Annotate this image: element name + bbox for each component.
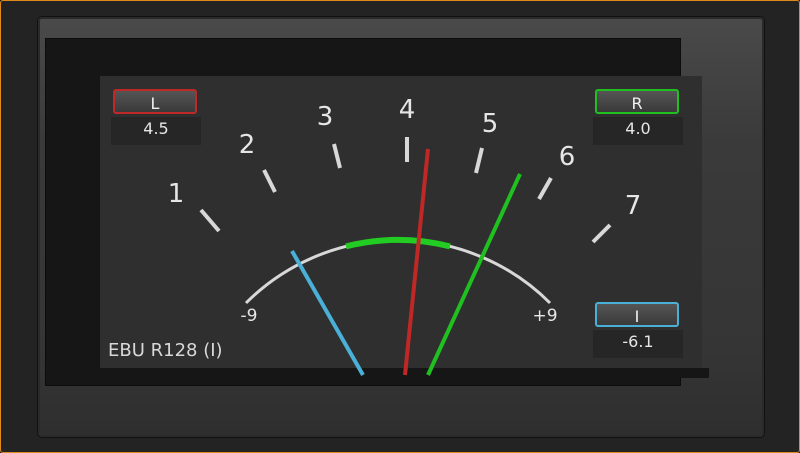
scale-tick-7: [591, 223, 612, 244]
integrated-button[interactable]: I: [595, 302, 679, 327]
scale-tick-2: [262, 169, 277, 193]
meter-dial: 1 2 3 4 5 6 7 -9 +9: [168, 95, 642, 376]
integrated-readout: I -6.1: [593, 302, 683, 362]
scale-ticks: [199, 137, 612, 244]
left-channel-button[interactable]: L: [113, 89, 197, 114]
range-min-label: -9: [241, 306, 258, 326]
scale-number-2: 2: [239, 130, 256, 160]
scale-tick-5: [474, 147, 484, 174]
range-max-label: +9: [532, 306, 557, 326]
loudness-arc-target-zone: [345, 237, 451, 250]
scale-tick-3: [332, 143, 342, 169]
right-needle: [426, 173, 522, 376]
integrated-value: -6.1: [593, 330, 683, 358]
scale-number-4: 4: [399, 95, 416, 125]
loudness-arc: [244, 238, 552, 305]
left-needle: [403, 148, 430, 376]
scale-tick-1: [199, 208, 221, 233]
scale-number-3: 3: [317, 102, 334, 132]
scale-tick-6: [537, 177, 553, 200]
scale-number-5: 5: [482, 109, 499, 139]
right-channel-button[interactable]: R: [595, 89, 679, 114]
scale-number-1: 1: [168, 179, 185, 209]
scale-number-7: 7: [625, 191, 642, 221]
integrated-needle: [290, 250, 365, 376]
right-channel-value: 4.0: [593, 117, 683, 145]
left-channel-readout: L 4.5: [111, 89, 201, 149]
right-channel-readout: R 4.0: [593, 89, 683, 149]
standard-label: EBU R128 (I): [108, 340, 223, 361]
left-channel-value: 4.5: [111, 117, 201, 145]
scale-number-6: 6: [559, 142, 576, 172]
